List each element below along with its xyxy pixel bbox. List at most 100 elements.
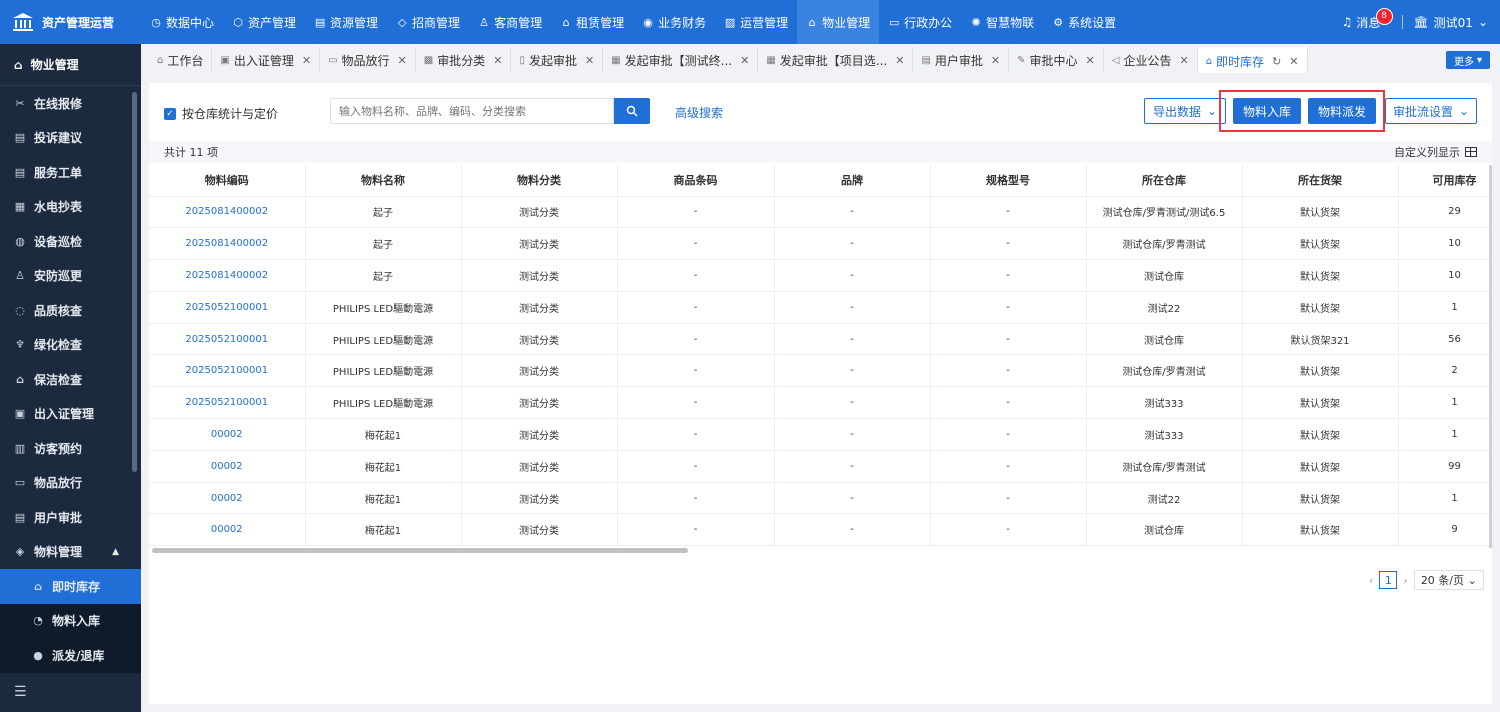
table-row[interactable]: 2025052100001 PHILIPS LED驅動電源 测试分类 - - - 测试22 默… (149, 291, 1492, 324)
page-1[interactable]: 1 (1379, 571, 1398, 589)
prev-page-icon[interactable]: ‹ (1369, 574, 1373, 587)
close-icon[interactable]: ✕ (895, 54, 904, 67)
topnav-item[interactable]: ⬡ 资产管理 (223, 0, 305, 44)
material-code-link[interactable]: 2025052100001 (149, 354, 306, 388)
search-button[interactable] (614, 98, 650, 124)
sidebar-item[interactable]: ▭ 物品放行 (0, 466, 141, 501)
sidebar-item[interactable]: ▥ 访客预约 (0, 431, 141, 466)
column-header[interactable]: 物料分类 (461, 164, 618, 197)
table-row[interactable]: 2025052100001 PHILIPS LED驅動電源 测试分类 - - - 测试仓库默… (149, 323, 1492, 356)
material-code-link[interactable]: 00002 (149, 418, 306, 451)
close-icon[interactable]: ✕ (493, 54, 502, 67)
column-header[interactable]: 物料名称 (305, 164, 462, 197)
sidebar-item[interactable]: ▤ 服务工单 (0, 155, 141, 190)
sidebar-scrollbar[interactable] (132, 92, 137, 472)
tab[interactable]: ▣ 出入证管理 ✕ (212, 47, 321, 73)
column-header[interactable]: 物料编码 (149, 164, 306, 197)
sidebar-item[interactable]: ⌂ 保洁检查 (0, 362, 141, 397)
tab[interactable]: ⌂ 工作台 (149, 47, 213, 73)
material-code-link[interactable]: 00002 (149, 513, 306, 546)
material-code-link[interactable]: 2025052100001 (149, 386, 306, 420)
table-row[interactable]: 00002 梅花起1 测试分类 - - - 测试333 默认货架 1 (149, 418, 1492, 451)
search-input[interactable] (330, 98, 614, 124)
messages-button[interactable]: ♫ 消息 8 (1342, 7, 1393, 31)
close-icon[interactable]: ✕ (1289, 55, 1298, 68)
tab[interactable]: ▩ 审批分类 ✕ (416, 47, 512, 73)
tab[interactable]: ⌂ 即时库存 ↻ ✕ (1197, 47, 1308, 73)
tab[interactable]: ▦ 发起审批【测试终... ✕ (603, 47, 759, 73)
dispatch-button[interactable]: 物料派发 (1308, 98, 1376, 124)
sidebar-item[interactable]: ▦ 水电抄表 (0, 190, 141, 225)
stock-in-button[interactable]: 物料入库 (1233, 98, 1301, 124)
topnav-item[interactable]: ⌂ 租赁管理 (551, 0, 633, 44)
warehouse-pricing-checkbox[interactable]: ✓ 按仓库统计与定价 (164, 105, 278, 122)
column-header[interactable]: 所在货架 (1242, 164, 1399, 197)
close-icon[interactable]: ✕ (991, 54, 1000, 67)
sidebar-subitem[interactable]: ● 派发/退库 (0, 638, 141, 673)
table-row[interactable]: 2025052100001 PHILIPS LED驅動電源 测试分类 - - - 测试333… (149, 386, 1492, 420)
sidebar-item[interactable]: ◍ 设备巡检 (0, 224, 141, 259)
close-icon[interactable]: ✕ (1179, 54, 1188, 67)
sidebar-subitem[interactable]: ⌂ 即时库存 (0, 569, 141, 604)
topnav-item[interactable]: ▭ 行政办公 (879, 0, 961, 44)
topnav-item[interactable]: ▨ 运营管理 (715, 0, 797, 44)
tab[interactable]: ◁ 企业公告 ✕ (1104, 47, 1198, 73)
table-row[interactable]: 2025081400002 起子 测试分类 - - - 测试仓库/罗青测试 默认货架 10 (149, 227, 1492, 261)
table-row[interactable]: 2025052100001 PHILIPS LED驅動電源 测试分类 - - - 测试仓库/… (149, 354, 1492, 388)
sidebar-item[interactable]: ◌ 品质核查 (0, 293, 141, 328)
topnav-item[interactable]: ◉ 业务财务 (633, 0, 715, 44)
material-code-link[interactable]: 2025081400002 (149, 196, 306, 229)
more-tabs-button[interactable]: 更多 ▾ (1446, 51, 1490, 69)
material-code-link[interactable]: 2025052100001 (149, 291, 306, 324)
sidebar-item[interactable]: ▣ 出入证管理 (0, 397, 141, 432)
material-code-link[interactable]: 2025081400002 (149, 227, 306, 261)
collapse-menu-icon[interactable]: ☰ (0, 672, 141, 712)
column-header[interactable]: 品牌 (774, 164, 931, 197)
topnav-item[interactable]: ◇ 招商管理 (387, 0, 469, 44)
close-icon[interactable]: ✕ (1086, 54, 1095, 67)
table-horizontal-scrollbar[interactable] (152, 548, 688, 553)
table-vertical-scrollbar[interactable] (1489, 165, 1492, 548)
topnav-item[interactable]: ▤ 资源管理 (305, 0, 387, 44)
advanced-search-link[interactable]: 高级搜索 (675, 104, 723, 121)
table-row[interactable]: 2025081400002 起子 测试分类 - - - 测试仓库 默认货架 10 (149, 259, 1492, 292)
tab[interactable]: ▦ 发起审批【项目选... ✕ (758, 47, 914, 73)
close-icon[interactable]: ✕ (302, 54, 311, 67)
refresh-icon[interactable]: ↻ (1272, 55, 1281, 68)
topnav-item[interactable]: ⚙ 系统设置 (1043, 0, 1125, 44)
column-header[interactable]: 规格型号 (930, 164, 1087, 197)
user-menu[interactable]: 🏛 测试01 ⌄ (1413, 14, 1488, 31)
material-code-link[interactable]: 00002 (149, 450, 306, 483)
approval-flow-button[interactable]: 审批流设置 ⌄ (1385, 98, 1477, 124)
close-icon[interactable]: ✕ (398, 54, 407, 67)
topnav-item[interactable]: ⌂ 物业管理 (797, 0, 880, 44)
sidebar-item[interactable]: ▤ 用户审批 (0, 500, 141, 535)
sidebar-item[interactable]: ♆ 绿化检查 (0, 328, 141, 363)
material-code-link[interactable]: 2025081400002 (149, 259, 306, 292)
column-header[interactable]: 可用库存 (1398, 164, 1492, 197)
topnav-item[interactable]: ◷ 数据中心 (141, 0, 223, 44)
material-code-link[interactable]: 00002 (149, 482, 306, 515)
sidebar-subitem[interactable]: ◔ 物料入库 (0, 604, 141, 639)
export-data-button[interactable]: 导出数据 ⌄ (1144, 98, 1226, 124)
table-row[interactable]: 00002 梅花起1 测试分类 - - - 测试仓库 默认货架 9 (149, 513, 1492, 546)
tab[interactable]: ▯ 发起审批 ✕ (511, 47, 604, 73)
material-code-link[interactable]: 2025052100001 (149, 323, 306, 356)
column-header[interactable]: 所在仓库 (1086, 164, 1243, 197)
tab[interactable]: ✎ 审批中心 ✕ (1009, 47, 1104, 73)
app-logo[interactable]: 资产管理运营 (0, 0, 141, 44)
sidebar-item[interactable]: ♙ 安防巡更 (0, 259, 141, 294)
sidebar-item[interactable]: ✂ 在线报修 (0, 86, 141, 121)
topnav-item[interactable]: ♙ 客商管理 (469, 0, 551, 44)
custom-columns-button[interactable]: 自定义列显示 (1394, 144, 1477, 160)
table-row[interactable]: 2025081400002 起子 测试分类 - - - 测试仓库/罗青测试/测试6.5 默认货… (149, 196, 1492, 229)
close-icon[interactable]: ✕ (585, 54, 594, 67)
table-row[interactable]: 00002 梅花起1 测试分类 - - - 测试22 默认货架 1 (149, 482, 1492, 515)
tab[interactable]: ▭ 物品放行 ✕ (320, 47, 416, 73)
close-icon[interactable]: ✕ (740, 54, 749, 67)
page-size-select[interactable]: 20 条/页 ⌄ (1413, 570, 1484, 590)
column-header[interactable]: 商品条码 (617, 164, 775, 197)
sidebar-group-materials[interactable]: ◈ 物料管理 ▲ (0, 535, 141, 570)
topnav-item[interactable]: ✺ 智慧物联 (961, 0, 1043, 44)
tab[interactable]: ▤ 用户审批 ✕ (913, 47, 1010, 73)
